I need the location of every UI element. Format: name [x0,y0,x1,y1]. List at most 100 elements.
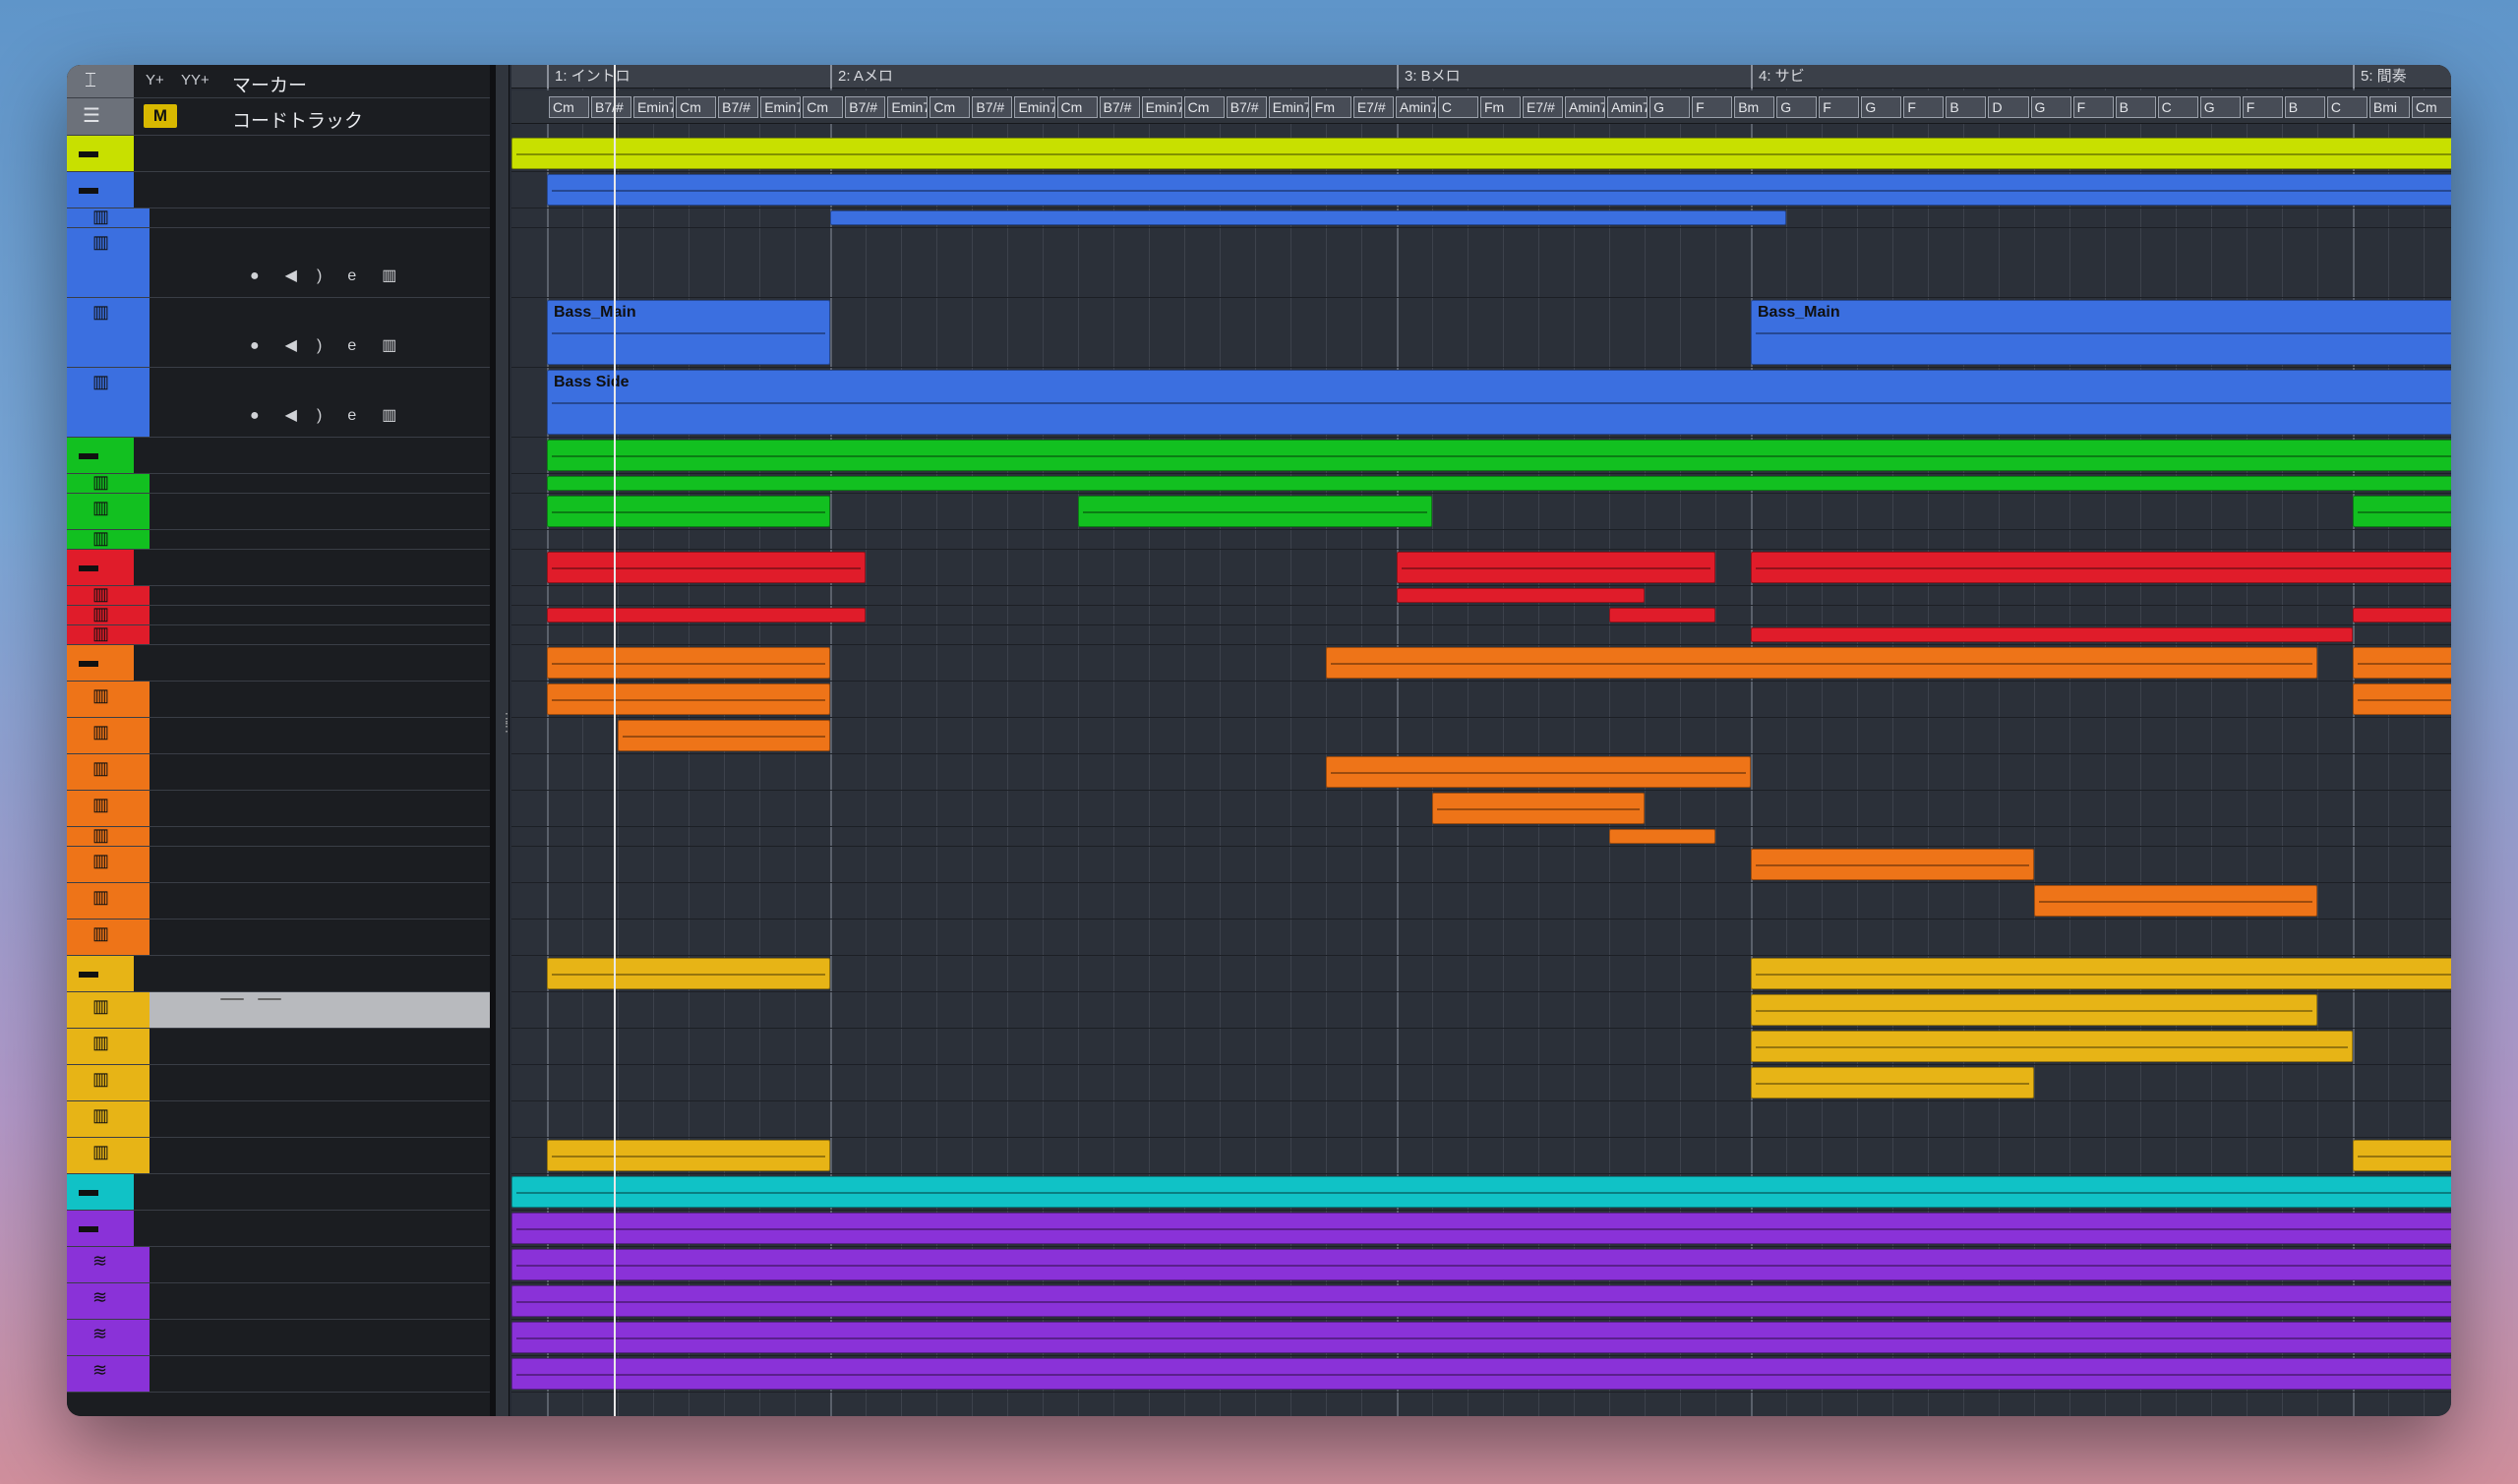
lane-synth-pad-c[interactable] [511,920,2451,956]
record-icon[interactable]: ● [250,407,279,424]
chord-event[interactable]: Amin7/9 [1607,96,1649,118]
midi-part[interactable] [1751,849,2034,880]
midi-part[interactable] [511,1322,2451,1353]
midi-part[interactable] [1432,793,1645,824]
chord-event[interactable]: D [1988,96,2029,118]
midi-part[interactable] [547,608,866,623]
track-fx-pon[interactable]: ≋ [67,1320,490,1356]
chord-event[interactable]: B7/# [1226,96,1267,118]
track-synth-obri-b1[interactable]: ▥ [67,827,490,847]
midi-part[interactable] [511,1249,2451,1280]
chord-event[interactable]: Emin7/9 [1141,96,1182,118]
track-synth-lead-intro[interactable]: ▥ [67,718,490,754]
chord-event[interactable]: G [1861,96,1902,118]
midi-part[interactable] [511,1358,2451,1390]
track-synth-chord-sabi[interactable]: ▥ [67,625,490,645]
track-bass-main[interactable]: ▥ ● ◀) e ▥ [67,298,490,368]
track-inline-controls[interactable]: ● ◀) e ▥ [250,335,422,355]
monitor-icon[interactable]: ◀) [285,267,342,284]
track-synth-arp-oneshot[interactable]: ▥ [67,1101,490,1138]
track-synth-pad-c[interactable]: ▥ [67,920,490,956]
chord-event[interactable]: Cm [2411,96,2451,118]
track-bass-ab[interactable]: ▥ [67,208,490,228]
midi-part[interactable] [1078,496,1432,527]
chord-event[interactable]: G [2199,96,2241,118]
chord-event[interactable]: Emin7/9 [1268,96,1309,118]
folder-icon[interactable]: ▬ [79,962,98,981]
chord-event[interactable]: B7/# [845,96,886,118]
folder-icon[interactable]: ▬ [79,178,98,198]
record-icon[interactable]: ● [250,337,279,354]
chord-event[interactable]: Cm [1056,96,1098,118]
midi-part[interactable]: Bass Side [547,370,2451,435]
chord-event[interactable]: G [2030,96,2071,118]
track-piano[interactable]: ▬ [67,438,490,474]
chord-event[interactable]: Cm [1183,96,1225,118]
lane-bass-filtered[interactable] [511,228,2451,298]
midi-part[interactable] [1326,756,1751,788]
chord-event[interactable]: C [2326,96,2368,118]
track-synth-lead-b[interactable]: ▥ [67,791,490,827]
midi-part[interactable] [1326,647,2317,679]
track-synth-arp-seq[interactable]: ▬ [67,956,490,992]
chord-event[interactable]: B7/# [1099,96,1140,118]
midi-part[interactable] [547,174,2451,206]
chord-event[interactable]: Cm [549,96,590,118]
midi-part[interactable] [547,647,830,679]
midi-part[interactable] [1609,608,1715,623]
track-piano-main[interactable]: ▥ [67,474,490,494]
track-drums[interactable]: ▬ [67,136,490,172]
midi-part[interactable] [1751,958,2451,989]
chord-mute-button[interactable]: M [144,104,177,128]
track-inline-controls[interactable]: ● ◀) e ▥ [250,266,422,285]
chord-event[interactable]: B7/# [591,96,632,118]
track-fx[interactable]: ▬ [67,1211,490,1247]
edit-icon[interactable]: e [347,407,376,424]
folder-icon[interactable]: ▬ [79,1217,98,1236]
chord-event[interactable]: Emin7/9 [633,96,675,118]
track-piano-c[interactable]: ▥ [67,530,490,550]
track-organ-obri-b[interactable]: ▥ [67,754,490,791]
solo-button[interactable] [258,998,281,1000]
midi-part[interactable]: Bass_Main [1751,300,2451,365]
marker-track-header[interactable]: ⌶ Y+ YY+ マーカー [67,65,490,98]
midi-part[interactable] [2353,608,2451,623]
chord-event[interactable]: F [2242,96,2283,118]
edit-icon[interactable]: e [347,337,376,354]
chord-event[interactable]: F [2072,96,2114,118]
track-piano-lead[interactable]: ▥ [67,494,490,530]
folder-icon[interactable]: ▬ [79,444,98,463]
mute-button[interactable] [220,998,244,1000]
monitor-icon[interactable]: ◀) [285,337,342,354]
midi-part[interactable] [1751,1067,2034,1098]
edit-icon[interactable]: e [347,267,376,284]
midi-part[interactable] [1751,1031,2353,1062]
midi-part[interactable] [547,1140,830,1171]
chord-event[interactable]: B [2284,96,2325,118]
chord-event[interactable]: F [1692,96,1733,118]
chord-event[interactable]: Cm [803,96,844,118]
midi-part[interactable] [1609,829,1715,844]
track-synth-chord-b[interactable]: ▥ [67,586,490,606]
track-synth-seq-sabi[interactable]: ▥ [67,1065,490,1101]
chord-event[interactable]: Amin7/ [1395,96,1436,118]
midi-part[interactable] [511,138,2451,169]
track-bass-filtered[interactable]: ▥ ● ◀) e ▥ [67,228,490,298]
track-synth-chord[interactable]: ▬ [67,550,490,586]
midi-part[interactable] [2353,496,2451,527]
chord-event[interactable]: Amin7/ [1565,96,1606,118]
track-guitar[interactable]: ▬ [67,1174,490,1211]
chord-track-header[interactable]: ☰ M コードトラック [67,98,490,136]
keyboard-icon[interactable]: ▥ [382,407,416,424]
marker[interactable]: 5: 間奏 [2353,65,2451,89]
lane-synth-arp-oneshot[interactable] [511,1101,2451,1138]
keyboard-icon[interactable]: ▥ [382,337,416,354]
folder-icon[interactable]: ▬ [79,1180,98,1200]
midi-part[interactable] [618,720,830,751]
chord-event[interactable]: Fm [1479,96,1521,118]
midi-part[interactable] [547,683,830,715]
monitor-icon[interactable]: ◀) [285,407,342,424]
midi-part[interactable] [2034,885,2317,917]
chord-event[interactable]: F [1903,96,1945,118]
record-icon[interactable]: ● [250,267,279,284]
